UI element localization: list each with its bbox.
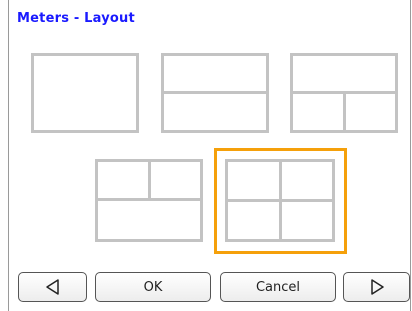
next-button[interactable] [343, 272, 410, 302]
layout-option-quad[interactable] [225, 159, 335, 242]
cancel-button-label: Cancel [255, 279, 301, 295]
layout-divider [164, 91, 266, 94]
cancel-button[interactable]: Cancel [220, 272, 336, 302]
layout-divider [148, 162, 151, 198]
layout-divider [343, 94, 346, 130]
dialog-frame [8, 0, 411, 311]
triangle-left-icon [45, 279, 59, 295]
layout-divider [98, 198, 200, 201]
layout-option-single[interactable] [31, 53, 139, 133]
ok-button[interactable]: OK [95, 272, 211, 302]
layout-option-top-full-bottom-split[interactable] [290, 53, 398, 133]
dialog-title: Meters - Layout [17, 11, 135, 26]
layout-divider [228, 199, 332, 202]
layout-option-top-split-bottom-full[interactable] [95, 159, 203, 242]
triangle-right-icon [370, 279, 384, 295]
previous-button[interactable] [18, 272, 87, 302]
layout-option-two-rows[interactable] [161, 53, 269, 133]
ok-button-label: OK [143, 279, 163, 295]
